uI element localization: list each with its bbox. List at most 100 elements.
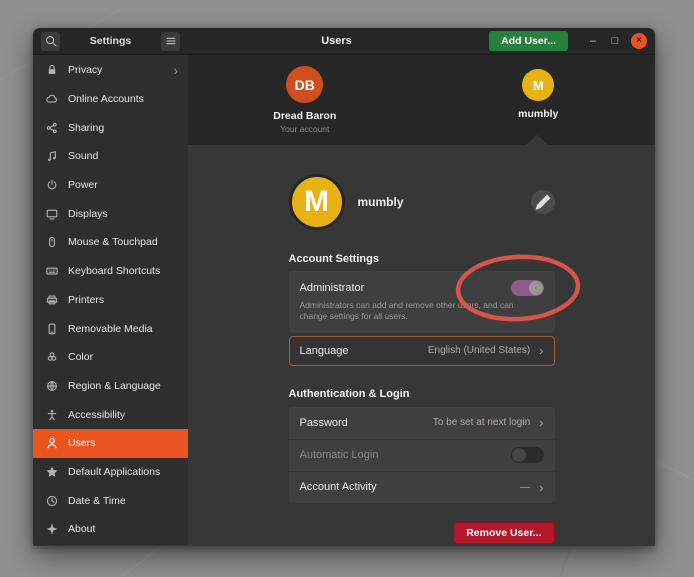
sound-icon (45, 149, 59, 163)
sidebar-item-date-time[interactable]: Date & Time (33, 486, 188, 515)
printer-icon (45, 293, 59, 307)
sidebar-item-sharing[interactable]: Sharing (33, 113, 188, 142)
selected-user-pointer (526, 135, 548, 145)
password-value: To be set at next login (433, 417, 530, 428)
carousel-user-name: mumbly (518, 108, 558, 120)
avatar[interactable]: M (289, 174, 345, 230)
carousel-user-subtitle: Your account (280, 124, 329, 134)
users-icon (45, 436, 59, 450)
sidebar-item-label: Accessibility (68, 409, 125, 421)
maximize-button[interactable]: □ (604, 35, 626, 47)
sidebar-item-label: Power (68, 179, 98, 191)
sidebar-item-displays[interactable]: Displays (33, 199, 188, 228)
sidebar-item-label: Date & Time (68, 495, 126, 507)
sidebar-item-label: Sound (68, 150, 98, 162)
star-icon (45, 465, 59, 479)
administrator-toggle[interactable] (511, 280, 544, 296)
accessibility-icon (45, 408, 59, 422)
toggle-knob (529, 281, 543, 295)
sidebar-item-default-applications[interactable]: Default Applications (33, 458, 188, 487)
sidebar-item-about[interactable]: About (33, 515, 188, 544)
titlebar-right: Users Add User... – □ × (188, 28, 655, 54)
language-value: English (United States) (428, 345, 530, 356)
edit-name-button[interactable] (531, 190, 555, 214)
close-button[interactable]: × (631, 33, 647, 49)
share-icon (45, 121, 59, 135)
carousel-user-mumbly[interactable]: Mmumbly (473, 66, 603, 120)
chevron-right-icon: › (539, 416, 543, 429)
password-row[interactable]: Password To be set at next login › (289, 407, 555, 439)
sidebar-item-label: Default Applications (68, 466, 160, 478)
power-icon (45, 178, 59, 192)
sidebar-item-label: Keyboard Shortcuts (68, 265, 160, 277)
toggle-knob (512, 448, 526, 462)
about-icon (45, 522, 59, 536)
menu-button[interactable] (161, 32, 180, 51)
sidebar-item-label: Color (68, 351, 93, 363)
keyboard-icon (45, 264, 59, 278)
clock-icon (45, 494, 59, 508)
automatic-login-toggle (511, 447, 544, 463)
sidebar-item-sound[interactable]: Sound (33, 142, 188, 171)
globe-icon (45, 379, 59, 393)
carousel-user-dread-baron[interactable]: DBDread BaronYour account (240, 66, 370, 134)
administrator-row: Administrator Administrators can add and… (289, 271, 555, 333)
sidebar-item-label: Displays (68, 208, 108, 220)
media-icon (45, 322, 59, 336)
display-icon (45, 207, 59, 221)
avatar: M (522, 69, 554, 101)
sidebar-item-label: Privacy (68, 64, 102, 76)
account-activity-label: Account Activity (300, 481, 377, 493)
sidebar-item-region-language[interactable]: Region & Language (33, 372, 188, 401)
lock-icon (45, 63, 59, 77)
user-detail: M mumbly Account Settings Administrator … (188, 145, 655, 545)
sidebar-item-label: Mouse & Touchpad (68, 236, 158, 248)
automatic-login-label: Automatic Login (300, 449, 379, 461)
sidebar-item-users[interactable]: Users (33, 429, 188, 458)
sidebar-item-privacy[interactable]: Privacy › (33, 56, 188, 85)
language-label: Language (300, 345, 349, 357)
cloud-icon (45, 92, 59, 106)
administrator-description: Administrators can add and remove other … (300, 300, 515, 323)
chevron-right-icon: › (174, 64, 178, 77)
sidebar-item-label: Printers (68, 294, 104, 306)
avatar: DB (286, 66, 323, 103)
pencil-icon (531, 190, 555, 214)
titlebar[interactable]: Settings Users Add User... – □ × (33, 28, 655, 55)
add-user-button[interactable]: Add User... (489, 31, 568, 51)
sidebar-item-accessibility[interactable]: Accessibility (33, 400, 188, 429)
sidebar-item-printers[interactable]: Printers (33, 286, 188, 315)
language-row[interactable]: Language English (United States) › (289, 336, 555, 366)
sidebar-item-mouse-touchpad[interactable]: Mouse & Touchpad (33, 228, 188, 257)
mouse-icon (45, 235, 59, 249)
sidebar-item-label: Removable Media (68, 323, 153, 335)
administrator-label: Administrator (300, 282, 365, 294)
minimize-button[interactable]: – (582, 35, 604, 47)
remove-user-button[interactable]: Remove User... (453, 522, 554, 544)
automatic-login-row: Automatic Login (289, 439, 555, 471)
chevron-right-icon: › (539, 344, 543, 357)
sidebar-item-removable-media[interactable]: Removable Media (33, 314, 188, 343)
users-panel: DBDread BaronYour account Mmumbly M mumbl… (188, 55, 655, 545)
sidebar-item-online-accounts[interactable]: Online Accounts (33, 85, 188, 114)
username: mumbly (358, 195, 404, 209)
sidebar-item-label: Sharing (68, 122, 104, 134)
color-icon (45, 350, 59, 364)
titlebar-left: Settings (33, 32, 188, 51)
sidebar-item-keyboard-shortcuts[interactable]: Keyboard Shortcuts (33, 257, 188, 286)
settings-window: Settings Users Add User... – □ × Privacy… (33, 28, 655, 546)
hamburger-menu-icon (164, 34, 178, 48)
search-button[interactable] (41, 32, 60, 51)
user-header: M mumbly (289, 171, 555, 233)
sidebar-item-power[interactable]: Power (33, 171, 188, 200)
auth-box: Password To be set at next login › Autom… (289, 407, 555, 503)
chevron-right-icon: › (539, 481, 543, 494)
account-activity-row[interactable]: Account Activity — › (289, 471, 555, 503)
sidebar-item-label: About (68, 523, 95, 535)
search-icon (44, 34, 58, 48)
password-label: Password (300, 417, 348, 429)
sidebar-item-label: Users (68, 437, 95, 449)
account-settings-title: Account Settings (289, 253, 555, 265)
sidebar-item-color[interactable]: Color (33, 343, 188, 372)
app-title: Settings (60, 35, 161, 47)
